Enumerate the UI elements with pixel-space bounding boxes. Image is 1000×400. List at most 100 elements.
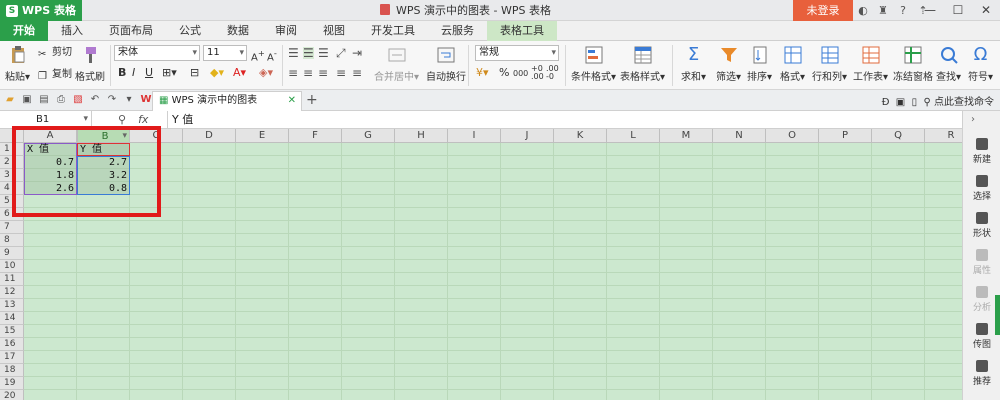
- increase-decimal-button[interactable]: +0.00: [531, 65, 544, 81]
- row-header-14[interactable]: 14: [0, 312, 24, 325]
- pane-select[interactable]: 选择: [963, 175, 1000, 202]
- tab-table-tools[interactable]: 表格工具: [487, 21, 557, 41]
- row-header-12[interactable]: 12: [0, 286, 24, 299]
- currency-button[interactable]: ¥▾: [476, 67, 489, 79]
- tab-home[interactable]: 开始: [0, 21, 48, 41]
- align-center-icon[interactable]: ≡: [303, 67, 313, 79]
- sum-button[interactable]: Σ 求和▾: [681, 45, 706, 84]
- row-header-16[interactable]: 16: [0, 338, 24, 351]
- minimize-icon[interactable]: —: [916, 0, 944, 21]
- clear-format-button[interactable]: ◈▾: [259, 67, 273, 79]
- align-top-icon[interactable]: ☰: [288, 47, 299, 59]
- indent-icon[interactable]: ⇥: [352, 47, 362, 59]
- pane-new[interactable]: 新建: [963, 138, 1000, 165]
- row-header-15[interactable]: 15: [0, 325, 24, 338]
- symbol-button[interactable]: Ω 符号▾: [968, 45, 993, 84]
- row-header-9[interactable]: 9: [0, 247, 24, 260]
- tab-review[interactable]: 审阅: [262, 21, 310, 41]
- align-left-icon[interactable]: ≡: [288, 67, 298, 79]
- filter-button[interactable]: 筛选▾: [716, 45, 741, 83]
- pane-shape[interactable]: 形状: [963, 212, 1000, 239]
- document-tab[interactable]: ▦ WPS 演示中的图表 ✕: [152, 91, 302, 111]
- worksheet-button[interactable]: 工作表▾: [853, 45, 888, 83]
- font-size-select[interactable]: 11: [203, 45, 247, 61]
- align-middle-icon[interactable]: ☰: [303, 47, 314, 59]
- font-name-select[interactable]: 宋体: [114, 45, 200, 61]
- bold-button[interactable]: B: [118, 67, 126, 79]
- paste-button[interactable]: 粘贴▾: [5, 45, 30, 83]
- close-icon[interactable]: ✕: [972, 0, 1000, 21]
- border-button[interactable]: ⊞▾: [162, 67, 177, 79]
- login-button[interactable]: 未登录: [793, 0, 853, 21]
- close-tab-icon[interactable]: ✕: [288, 92, 296, 110]
- column-header-p[interactable]: P: [819, 129, 872, 143]
- tab-formulas[interactable]: 公式: [166, 21, 214, 41]
- column-header-f[interactable]: F: [289, 129, 342, 143]
- column-header-k[interactable]: K: [554, 129, 607, 143]
- percent-button[interactable]: %: [499, 67, 509, 79]
- wps-app-menu-button[interactable]: S WPS 表格: [0, 0, 82, 21]
- decrease-decimal-button[interactable]: .00 -0: [546, 65, 559, 81]
- table-style-button[interactable]: 表格样式▾: [620, 45, 665, 83]
- pane-arrow-icon[interactable]: ›: [971, 114, 975, 125]
- column-header-l[interactable]: L: [607, 129, 660, 143]
- font-color-button[interactable]: A▾: [233, 67, 246, 79]
- align-right-icon[interactable]: ≡: [318, 67, 328, 79]
- justify-icon[interactable]: ≡: [336, 67, 346, 79]
- row-header-8[interactable]: 8: [0, 234, 24, 247]
- underline-button[interactable]: U: [145, 67, 153, 79]
- row-header-11[interactable]: 11: [0, 273, 24, 286]
- row-header-10[interactable]: 10: [0, 260, 24, 273]
- shirt-icon[interactable]: ♜: [876, 4, 890, 17]
- sort-button[interactable]: 排序▾: [747, 45, 772, 83]
- column-header-j[interactable]: J: [501, 129, 554, 143]
- column-header-o[interactable]: O: [766, 129, 819, 143]
- wrap-text-button[interactable]: 自动换行: [426, 45, 466, 83]
- formula-input[interactable]: Y 值: [167, 111, 193, 129]
- italic-button[interactable]: I: [132, 67, 135, 79]
- help-icon[interactable]: ?: [896, 4, 910, 17]
- copy-button[interactable]: ❐ 复制: [38, 69, 72, 83]
- zoom-icon[interactable]: ⚲: [118, 113, 126, 126]
- orientation-icon[interactable]: ⤢: [336, 47, 346, 59]
- tab-data[interactable]: 数据: [214, 21, 262, 41]
- tab-developer[interactable]: 开发工具: [358, 21, 428, 41]
- column-header-q[interactable]: Q: [872, 129, 925, 143]
- save-icon[interactable]: ▣: [21, 93, 33, 107]
- freeze-panes-button[interactable]: 冻结窗格: [893, 45, 933, 83]
- row-header-13[interactable]: 13: [0, 299, 24, 312]
- print-icon[interactable]: ⎙: [55, 93, 67, 107]
- redo-icon[interactable]: ↷: [106, 93, 118, 107]
- print-preview-icon[interactable]: ▤: [38, 93, 50, 107]
- tab-page-layout[interactable]: 页面布局: [96, 21, 166, 41]
- command-search[interactable]: Ð ▣ ▯ ⚲ 点此查找命令: [882, 93, 994, 108]
- new-tab-icon[interactable]: +: [306, 91, 318, 109]
- fill-color-button[interactable]: ◆▾: [210, 67, 224, 79]
- column-header-r[interactable]: R: [925, 129, 962, 143]
- font-shrink-button[interactable]: A-: [267, 47, 277, 64]
- comma-button[interactable]: 000: [513, 68, 528, 80]
- undo-icon[interactable]: ↶: [89, 93, 101, 107]
- column-header-d[interactable]: D: [183, 129, 236, 143]
- column-header-n[interactable]: N: [713, 129, 766, 143]
- tab-insert[interactable]: 插入: [48, 21, 96, 41]
- conditional-format-button[interactable]: 条件格式▾: [571, 45, 616, 83]
- pane-expand-handle[interactable]: [995, 295, 1000, 335]
- format-button[interactable]: 格式▾: [780, 45, 805, 83]
- column-header-m[interactable]: M: [660, 129, 713, 143]
- font-grow-button[interactable]: A+: [251, 47, 265, 64]
- merge-icon[interactable]: ⊟: [190, 67, 199, 79]
- number-format-select[interactable]: 常规: [475, 45, 559, 61]
- format-painter-button[interactable]: 格式刷: [75, 45, 105, 83]
- column-header-i[interactable]: I: [448, 129, 501, 143]
- row-header-20[interactable]: 20: [0, 390, 24, 400]
- merge-center-button[interactable]: 合并居中▾: [374, 45, 419, 83]
- tab-cloud[interactable]: 云服务: [428, 21, 487, 41]
- row-header-7[interactable]: 7: [0, 221, 24, 234]
- skin-icon[interactable]: ◐: [856, 4, 870, 17]
- pane-properties[interactable]: 属性: [963, 249, 1000, 276]
- open-folder-icon[interactable]: ▰: [4, 93, 16, 107]
- row-header-19[interactable]: 19: [0, 377, 24, 390]
- column-header-e[interactable]: E: [236, 129, 289, 143]
- customize-dropdown-icon[interactable]: ▾: [123, 93, 135, 107]
